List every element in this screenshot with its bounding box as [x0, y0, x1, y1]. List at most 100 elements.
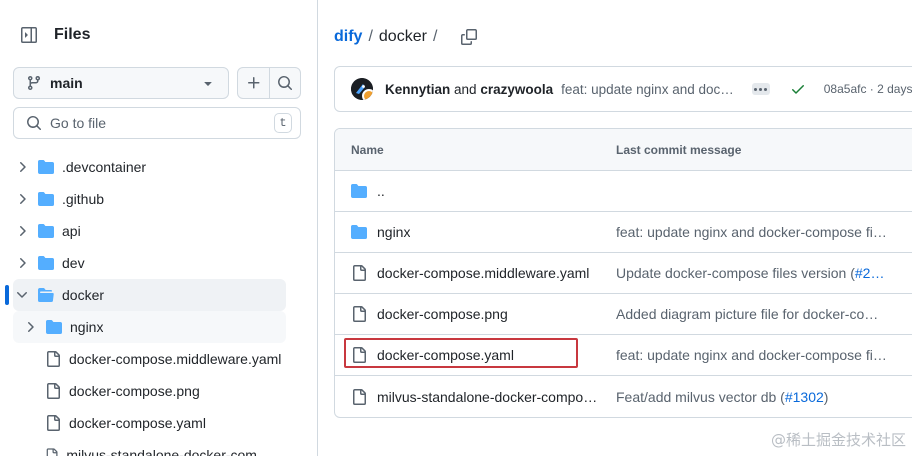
file-name-link[interactable]: docker-compose.png [377, 306, 508, 322]
table-row[interactable]: docker-compose.yaml feat: update nginx a… [335, 335, 912, 376]
go-to-file-input[interactable] [50, 115, 274, 131]
tree-item-github[interactable]: .github [0, 183, 318, 215]
commit-authors: Kennytian and crazywoola [385, 82, 553, 97]
folder-icon [38, 160, 54, 174]
avatar-secondary [362, 89, 373, 100]
active-indicator [5, 285, 9, 305]
expand-commit-button[interactable] [751, 83, 770, 95]
pull-request-link[interactable]: #2… [855, 265, 885, 281]
search-icon [27, 116, 42, 131]
authors-conjunction: and [454, 81, 477, 97]
tree-item-dev[interactable]: dev [0, 247, 318, 279]
file-icon [47, 351, 60, 367]
plus-icon [247, 77, 259, 89]
parent-directory-link[interactable]: .. [377, 183, 385, 199]
tree-item-api[interactable]: api [0, 215, 318, 247]
table-header: Name Last commit message [335, 129, 912, 171]
file-icon [47, 383, 60, 399]
pull-request-link[interactable]: #1302 [785, 389, 824, 405]
chevron-right-icon[interactable] [22, 319, 38, 335]
files-title: Files [54, 26, 91, 43]
file-name-link[interactable]: docker-compose.yaml [377, 347, 514, 363]
search-code-button[interactable] [269, 67, 301, 99]
tree-item-milvus-standalone[interactable]: milvus-standalone-docker-compose.yml [0, 439, 272, 456]
search-icon [278, 76, 293, 91]
avatar[interactable] [351, 78, 373, 100]
chevron-right-icon[interactable] [14, 223, 30, 239]
breadcrumb-current-folder: docker [378, 28, 427, 45]
folder-icon [351, 225, 367, 239]
folder-open-icon [38, 288, 54, 302]
tree-item-docker-compose-png[interactable]: docker-compose.png [0, 375, 286, 407]
commit-message-link[interactable]: feat: update nginx and doc… [561, 82, 734, 97]
file-icon [353, 347, 366, 363]
file-name-link[interactable]: docker-compose.middleware.yaml [377, 265, 589, 281]
tree-item-docker-compose-middleware[interactable]: docker-compose.middleware.yaml [0, 343, 286, 375]
tree-item-label: .devcontainer [62, 159, 147, 175]
file-tree-sidebar: Files main t .devcontainer .github [0, 0, 318, 456]
table-row[interactable]: nginx feat: update nginx and docker-comp… [335, 212, 912, 253]
files-header: Files [13, 19, 90, 51]
commit-message-text: Feat/add milvus vector db ( [616, 388, 785, 405]
tree-item-label: .github [62, 191, 105, 207]
add-file-button[interactable] [237, 67, 270, 99]
file-icon [353, 388, 366, 405]
git-branch-icon [27, 76, 40, 91]
latest-commit-bar: Kennytian and crazywoola feat: update ng… [334, 66, 912, 112]
branch-selector[interactable]: main [13, 67, 229, 99]
file-name-link[interactable]: milvus-standalone-docker-compo… [377, 389, 597, 405]
chevron-right-icon[interactable] [14, 255, 30, 271]
column-header-name: Name [351, 142, 384, 157]
file-icon [47, 415, 60, 431]
breadcrumb-separator: / [368, 28, 373, 45]
folder-icon [38, 224, 54, 238]
sidebar-collapse-icon [21, 27, 37, 43]
tree-item-label: dev [62, 255, 85, 271]
copy-icon [461, 29, 478, 45]
file-icon [353, 265, 366, 281]
chevron-right-icon[interactable] [14, 159, 30, 175]
folder-icon [38, 256, 54, 270]
tree-item-docker-compose-yaml[interactable]: docker-compose.yaml [0, 407, 286, 439]
commit-author-link[interactable]: crazywoola [480, 82, 553, 97]
commit-message-cell[interactable]: Added diagram picture file for docker-co… [616, 306, 912, 322]
copy-path-button[interactable] [457, 25, 481, 49]
file-list-table: Name Last commit message .. nginx feat: … [334, 128, 912, 418]
commit-message-cell[interactable]: Feat/add milvus vector db (#1302) [616, 389, 912, 405]
commit-author-link[interactable]: Kennytian [385, 82, 450, 97]
tree-item-label: docker [62, 287, 105, 303]
breadcrumb: dify / docker / [334, 25, 481, 49]
commit-sha-and-time[interactable]: 08a5afc · 2 days [824, 82, 912, 96]
tree-item-label: nginx [70, 319, 104, 335]
folder-icon [351, 184, 367, 198]
go-to-file-field[interactable]: t [13, 107, 301, 139]
file-icon [46, 448, 58, 456]
shortcut-key: t [274, 113, 292, 133]
chevron-right-icon[interactable] [14, 191, 30, 207]
breadcrumb-repo-link[interactable]: dify [334, 28, 362, 46]
tree-item-label: api [62, 223, 81, 239]
tree-item-nginx[interactable]: nginx [13, 311, 286, 343]
chevron-down-icon[interactable] [14, 287, 30, 303]
folder-icon [38, 192, 54, 206]
table-row[interactable]: milvus-standalone-docker-compo… Feat/add… [335, 376, 912, 417]
watermark: @稀土掘金技术社区 [770, 431, 906, 449]
commit-message-text: Update docker-compose files version ( [616, 265, 855, 281]
file-tree: .devcontainer .github api dev docker ngi… [0, 151, 318, 456]
tree-item-label: docker-compose.yaml [69, 415, 206, 431]
branch-name: main [50, 75, 83, 91]
collapse-sidebar-button[interactable] [13, 19, 45, 51]
file-name-link[interactable]: nginx [377, 224, 410, 240]
commit-message-cell[interactable]: feat: update nginx and docker-compose fi… [616, 347, 912, 363]
tree-item-devcontainer[interactable]: .devcontainer [0, 151, 318, 183]
tree-item-docker[interactable]: docker [5, 279, 286, 311]
tree-item-label: milvus-standalone-docker-compose.yml [66, 447, 272, 456]
commit-message-cell[interactable]: Update docker-compose files version (#2… [616, 265, 912, 281]
table-row[interactable]: docker-compose.middleware.yaml Update do… [335, 253, 912, 294]
table-row[interactable]: docker-compose.png Added diagram picture… [335, 294, 912, 335]
commit-message-cell[interactable]: feat: update nginx and docker-compose fi… [616, 224, 912, 240]
check-icon[interactable] [790, 81, 806, 97]
file-icon [353, 306, 366, 322]
caret-down-icon [204, 82, 212, 86]
table-row[interactable]: .. [335, 171, 912, 212]
